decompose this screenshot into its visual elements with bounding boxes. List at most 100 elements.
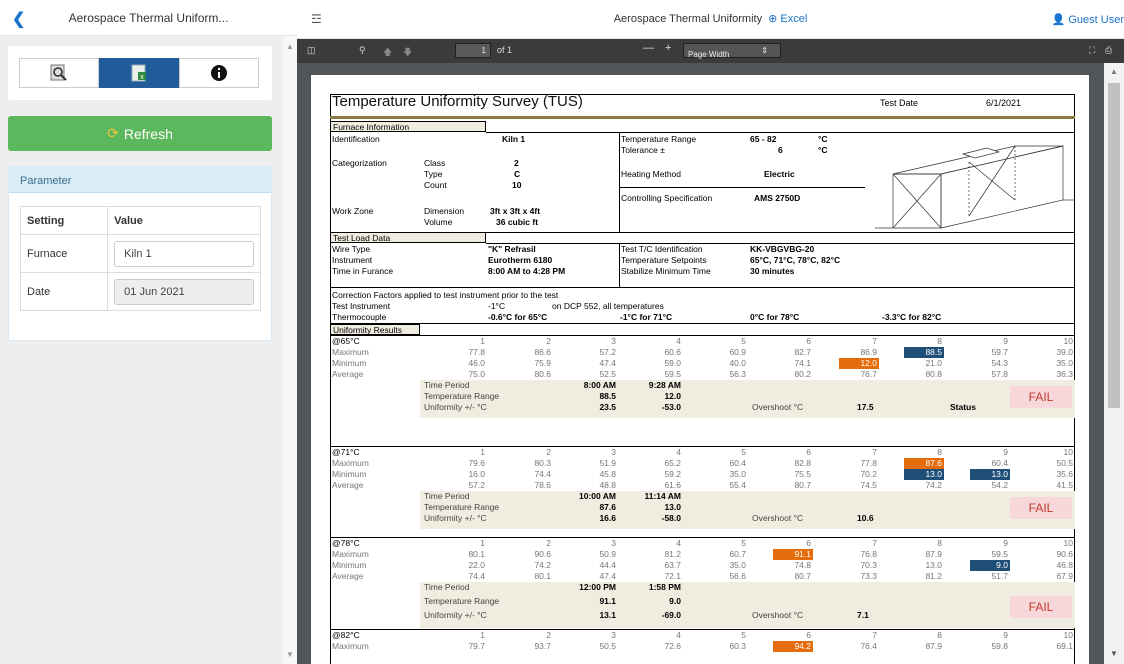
table-cell: 51.7 <box>991 571 1008 581</box>
table-cell: 79.7 <box>468 641 485 651</box>
column-number: 3 <box>611 336 616 346</box>
left-header: ❮ Aerospace Thermal Uniform... <box>0 0 297 36</box>
test-date-value: 6/1/2021 <box>986 98 1022 108</box>
row-label-max: Maximum <box>332 458 369 468</box>
table-cell: 48.8 <box>599 480 616 490</box>
table-cell: 47.4 <box>599 571 616 581</box>
summary-value: 88.5 <box>599 391 616 401</box>
next-page-icon[interactable]: 🡇 <box>403 45 412 61</box>
table-cell: 77.8 <box>468 347 485 357</box>
count-label: Count <box>424 180 447 190</box>
table-cell: 35.0 <box>729 560 746 570</box>
class-label: Class <box>424 158 446 168</box>
table-cell: 75.0 <box>468 369 485 379</box>
scroll-down-icon[interactable]: ▼ <box>286 650 294 659</box>
print-icon[interactable]: ⎙ <box>1105 45 1112 56</box>
column-number: 8 <box>937 538 942 548</box>
volume-value: 36 cubic ft <box>496 217 539 227</box>
refresh-label: Refresh <box>123 125 173 142</box>
row-label-avg: Average <box>332 480 364 490</box>
table-cell: 86.6 <box>534 347 551 357</box>
zoom-out-icon[interactable]: — <box>643 42 654 54</box>
table-cell: 80.8 <box>925 369 942 379</box>
highlight-cell: 94.2 <box>773 641 813 652</box>
zoom-in-icon[interactable]: + <box>665 42 671 54</box>
tolerance-label: Tolerance ± <box>621 145 665 155</box>
scroll-up-icon[interactable]: ▲ <box>286 42 294 51</box>
report-title-text: Aerospace Thermal Uniformity <box>613 13 763 25</box>
fullscreen-icon[interactable]: ⛶ <box>1089 45 1095 56</box>
row-label-max: Maximum <box>332 641 369 651</box>
page-number-input[interactable]: 1 <box>455 43 491 58</box>
table-cell: 59.5 <box>991 549 1008 559</box>
scroll-up-icon[interactable]: ▲ <box>1110 67 1118 76</box>
user-menu[interactable]: 👤 Guest User <box>1052 13 1124 26</box>
summary-panel <box>420 380 1075 418</box>
tab-info[interactable] <box>179 58 259 88</box>
left-panel: ❮ Aerospace Thermal Uniform... x ⟳ Refre… <box>0 0 297 664</box>
temp-range-unit: °C <box>818 134 828 144</box>
rule <box>619 132 620 232</box>
find-icon[interactable]: ⚲ <box>359 45 366 56</box>
rule <box>619 187 865 188</box>
column-number: 1 <box>480 630 485 640</box>
table-cell: 21.0 <box>925 358 942 368</box>
identification-value: Kiln 1 <box>502 134 526 144</box>
table-cell: 22.0 <box>468 560 485 570</box>
summary-label: Uniformity +/- °C <box>424 402 487 412</box>
summary-label: Time Period <box>424 582 470 592</box>
zoom-select[interactable]: Page Width ⇕ <box>683 43 781 59</box>
parameter-table: Setting Value Furnace Kiln 1 Date 01 Jun… <box>19 206 261 311</box>
table-cell: 80.7 <box>794 480 811 490</box>
status-badge: FAIL <box>1010 596 1072 618</box>
table-cell: 90.6 <box>534 549 551 559</box>
scroll-thumb[interactable] <box>1108 83 1120 408</box>
instrument-value: Eurotherm 6180 <box>488 255 553 265</box>
thermo-correction-4: -3.3°C for 82°C <box>882 312 942 322</box>
furnace-input[interactable]: Kiln 1 <box>114 240 254 267</box>
column-number: 5 <box>741 447 746 457</box>
time-label: Time in Furance <box>332 266 394 276</box>
table-cell: 46.0 <box>468 358 485 368</box>
correction-title: Correction Factors applied to test instr… <box>332 290 559 300</box>
refresh-button[interactable]: ⟳ Refresh <box>8 116 272 151</box>
table-cell: 74.1 <box>794 358 811 368</box>
table-cell: 74.2 <box>534 560 551 570</box>
table-cell: 60.6 <box>664 347 681 357</box>
highlight-cell: 12.0 <box>839 358 879 369</box>
table-cell: 87.9 <box>925 641 942 651</box>
sidebar-toggle-icon[interactable]: ◫ <box>307 45 316 56</box>
table-cell: 70.2 <box>860 469 877 479</box>
table-cell: 59.5 <box>664 369 681 379</box>
column-number: 2 <box>546 538 551 548</box>
test-date-label: Test Date <box>880 98 919 108</box>
rule <box>486 132 1075 133</box>
prev-page-icon[interactable]: 🡅 <box>383 45 392 61</box>
left-scrollbar[interactable]: ▲ ▼ <box>283 36 297 664</box>
test-instrument-note: on DCP 552, all temperatures <box>552 301 664 311</box>
column-number: 7 <box>872 336 877 346</box>
tab-search[interactable] <box>19 58 99 88</box>
tab-excel[interactable]: x <box>99 58 179 88</box>
pdf-viewer[interactable]: Temperature Uniformity Survey (TUS) Test… <box>297 63 1104 664</box>
table-cell: 44.4 <box>599 560 616 570</box>
table-cell: 72.6 <box>664 641 681 651</box>
date-input[interactable]: 01 Jun 2021 <box>114 278 254 305</box>
table-cell: 73.3 <box>860 571 877 581</box>
rule <box>330 287 1075 288</box>
scroll-down-icon[interactable]: ▼ <box>1110 649 1118 658</box>
table-cell: 54.3 <box>991 358 1008 368</box>
overshoot-value: 7.1 <box>857 610 869 620</box>
table-cell: 69.1 <box>1056 641 1073 651</box>
excel-download-link[interactable]: ⊕ Excel <box>768 13 807 25</box>
table-cell: 45.8 <box>599 469 616 479</box>
instrument-label: Instrument <box>332 255 373 265</box>
furnace-info-label: Furnace Information <box>330 121 486 132</box>
column-number: 10 <box>1063 447 1073 457</box>
zoom-value: Page Width <box>688 50 730 59</box>
summary-value: 91.1 <box>599 596 616 606</box>
table-cell: 74.4 <box>534 469 551 479</box>
wire-value: "K" Refrasil <box>488 244 536 254</box>
viewer-scrollbar[interactable]: ▲ ▼ <box>1104 63 1124 664</box>
column-number: 2 <box>546 447 551 457</box>
